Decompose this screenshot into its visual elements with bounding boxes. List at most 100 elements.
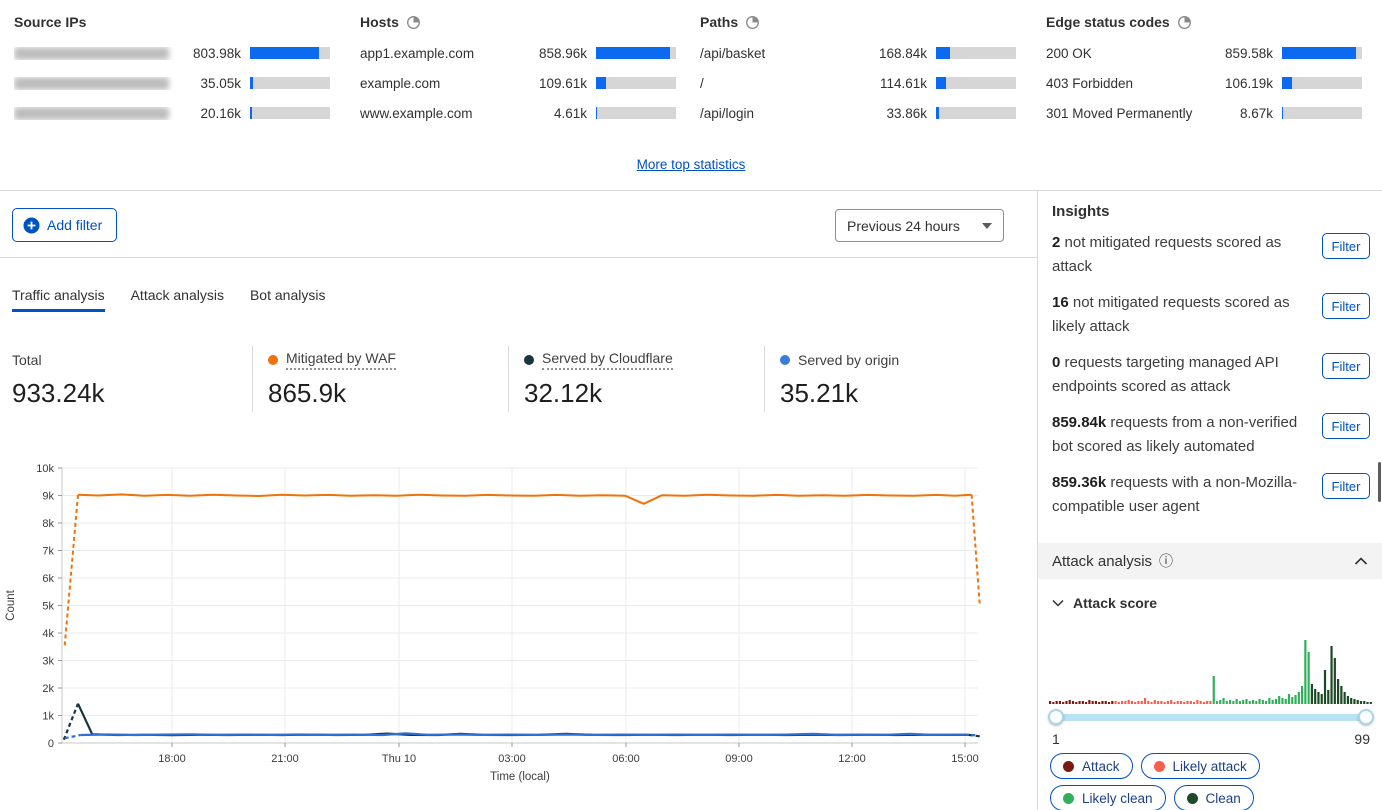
stat-label: www.example.com <box>360 106 523 121</box>
svg-text:7k: 7k <box>42 546 54 558</box>
stat-value: 4.61k <box>523 106 587 121</box>
stat-row: example.com109.61k <box>360 68 676 98</box>
legend-chip-attack[interactable]: Attack <box>1050 753 1133 779</box>
pie-chart-icon[interactable] <box>745 15 760 30</box>
legend-dot <box>1063 793 1074 804</box>
stat-bar <box>936 47 1016 59</box>
summary-total: Total933.24k <box>12 350 105 409</box>
insight-text: 0 requests targeting managed API endpoin… <box>1052 351 1314 399</box>
stat-bar-fill <box>596 77 606 89</box>
info-icon[interactable]: ⓘ <box>1159 551 1173 571</box>
summary-label-text[interactable]: Mitigated by WAF <box>286 350 396 370</box>
svg-text:0: 0 <box>48 738 54 750</box>
legend-chip-label: Likely clean <box>1082 791 1153 806</box>
top-stat-title: Hosts <box>360 12 676 32</box>
attack-analysis-title: Attack analysis <box>1052 553 1152 570</box>
svg-text:1k: 1k <box>42 711 54 723</box>
stat-row: 20.16k <box>14 98 330 128</box>
slider-min-label: 1 <box>1052 731 1060 747</box>
stat-row: 200 OK859.58k <box>1046 38 1362 68</box>
insight-filter-button[interactable]: Filter <box>1322 413 1370 439</box>
stat-bar <box>250 77 330 89</box>
stat-bar <box>596 77 676 89</box>
summary-value: 865.9k <box>268 378 396 409</box>
tab-bot-analysis[interactable]: Bot analysis <box>250 287 325 312</box>
stat-label: example.com <box>360 76 523 91</box>
insights-list: 2 not mitigated requests scored as attac… <box>1052 231 1370 531</box>
slider-track[interactable] <box>1051 714 1371 721</box>
divider <box>508 346 509 412</box>
top-stat-column-hosts: Hosts app1.example.com858.96k example.com1… <box>360 12 676 128</box>
summary-value: 35.21k <box>780 378 899 409</box>
svg-text:10k: 10k <box>36 463 54 475</box>
stat-row: 803.98k <box>14 38 330 68</box>
legend-chip-likely-clean[interactable]: Likely clean <box>1050 785 1166 810</box>
stat-bar <box>1282 77 1362 89</box>
series-dot <box>524 355 534 365</box>
svg-text:6k: 6k <box>42 573 54 585</box>
svg-text:8k: 8k <box>42 518 54 530</box>
insight-filter-button[interactable]: Filter <box>1322 233 1370 259</box>
svg-text:9k: 9k <box>42 491 54 503</box>
chevron-up-icon[interactable] <box>1354 557 1368 566</box>
stat-bar <box>596 47 676 59</box>
stat-bar-fill <box>1282 107 1283 119</box>
more-top-statistics-link[interactable]: More top statistics <box>637 157 746 172</box>
stat-value: 859.58k <box>1209 46 1273 61</box>
add-filter-label: Add filter <box>47 217 102 233</box>
legend-chip-clean[interactable]: Clean <box>1174 785 1254 810</box>
redacted-ip <box>14 47 177 60</box>
traffic-chart: 01k2k3k4k5k6k7k8k9k10k18:0021:00Thu 1003… <box>0 452 1010 792</box>
stat-bar-fill <box>1282 47 1356 59</box>
attack-analysis-header[interactable]: Attack analysis ⓘ <box>1038 543 1382 579</box>
pie-chart-icon[interactable] <box>406 15 421 30</box>
attack-score-legend: Attack Likely attack Likely clean Clean <box>1050 753 1355 810</box>
pie-chart-icon[interactable] <box>1177 15 1192 30</box>
insight-text: 2 not mitigated requests scored as attac… <box>1052 231 1314 279</box>
svg-text:Count: Count <box>5 589 17 620</box>
insight-text: 859.84k requests from a non-verified bot… <box>1052 411 1314 459</box>
analysis-tabs: Traffic analysis Attack analysis Bot analy… <box>12 287 325 312</box>
time-range-select[interactable]: Previous 24 hours <box>835 209 1004 242</box>
stat-bar <box>1282 47 1362 59</box>
attack-score-toggle[interactable]: Attack score <box>1052 595 1157 611</box>
tab-traffic-analysis[interactable]: Traffic analysis <box>12 287 105 312</box>
insight-filter-button[interactable]: Filter <box>1322 293 1370 319</box>
add-filter-button[interactable]: Add filter <box>12 208 117 242</box>
svg-text:09:00: 09:00 <box>725 753 753 765</box>
stat-row: /api/basket168.84k <box>700 38 1016 68</box>
slider-handle-max[interactable] <box>1358 709 1374 725</box>
summary-mitigated-by-waf: Mitigated by WAF 865.9k <box>268 350 396 409</box>
divider <box>764 346 765 412</box>
stat-value: 114.61k <box>863 76 927 91</box>
stat-bar-fill <box>596 47 670 59</box>
scrollbar-thumb[interactable] <box>1378 462 1381 502</box>
stat-value: 803.98k <box>177 46 241 61</box>
summary-label: Mitigated by WAF <box>268 350 396 370</box>
insight-item: 0 requests targeting managed API endpoin… <box>1052 351 1370 399</box>
tab-attack-analysis[interactable]: Attack analysis <box>131 287 224 312</box>
legend-chip-likely-attack[interactable]: Likely attack <box>1141 753 1260 779</box>
insight-item: 2 not mitigated requests scored as attac… <box>1052 231 1370 279</box>
stat-bar-fill <box>250 47 319 59</box>
stat-label: app1.example.com <box>360 46 523 61</box>
stat-value: 858.96k <box>523 46 587 61</box>
stat-label: /api/basket <box>700 46 863 61</box>
divider <box>0 257 1037 258</box>
insight-filter-button[interactable]: Filter <box>1322 353 1370 379</box>
slider-handle-min[interactable] <box>1048 709 1064 725</box>
stat-bar <box>936 77 1016 89</box>
insight-filter-button[interactable]: Filter <box>1322 473 1370 499</box>
divider <box>252 346 253 412</box>
time-range-value: Previous 24 hours <box>847 218 960 234</box>
chevron-down-icon <box>982 223 992 229</box>
chevron-down-icon <box>1052 599 1064 607</box>
redacted-value <box>14 77 169 90</box>
stat-bar <box>1282 107 1362 119</box>
summary-label-text[interactable]: Served by Cloudflare <box>542 350 673 370</box>
top-stat-title-text: Source IPs <box>14 14 86 30</box>
svg-text:18:00: 18:00 <box>158 753 186 765</box>
attack-score-slider[interactable] <box>1051 709 1371 725</box>
attack-score-label: Attack score <box>1073 595 1157 611</box>
legend-chip-label: Clean <box>1206 791 1241 806</box>
